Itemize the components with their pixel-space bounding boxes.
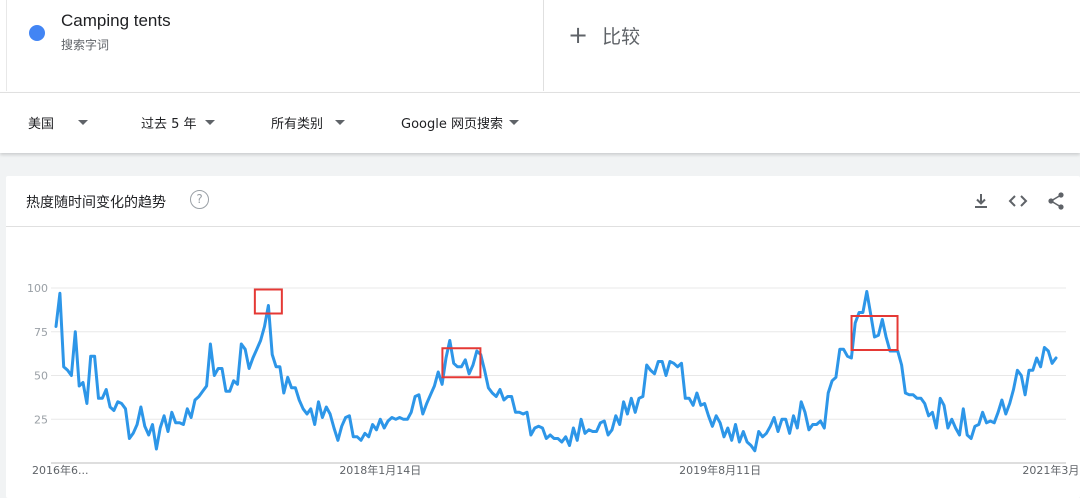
time-range-label: 过去 5 年	[141, 117, 197, 132]
trend-series-line	[54, 290, 1058, 453]
region-label: 美国	[28, 117, 55, 132]
compare-button[interactable]: + 比较	[568, 20, 640, 50]
interest-over-time-card: 热度随时间变化的趋势 ? 25 50 75 100 2016年6... 2018年1月1…	[6, 176, 1080, 498]
x-tick-label: 2018年1月14日	[339, 463, 421, 477]
search-term-type: 搜索字词	[61, 38, 110, 52]
search-terms-row: Camping tents 搜索字词 + 比较	[0, 0, 1080, 92]
y-tick-label: 25	[34, 413, 48, 426]
search-type-label: Google 网页搜索	[401, 117, 503, 132]
y-tick-label: 50	[34, 370, 48, 383]
compare-label: 比较	[602, 25, 641, 48]
chevron-down-icon	[335, 120, 346, 125]
plus-icon: +	[568, 21, 589, 49]
search-term-card[interactable]: Camping tents 搜索字词	[6, 0, 544, 91]
chevron-down-icon	[78, 120, 89, 125]
series-color-dot	[29, 25, 45, 41]
category-label: 所有类别	[271, 117, 324, 132]
y-tick-label: 100	[27, 282, 48, 295]
time-range-dropdown[interactable]: 过去 5 年	[141, 113, 215, 132]
search-term-name[interactable]: Camping tents	[61, 11, 171, 31]
region-dropdown[interactable]: 美国	[28, 113, 89, 132]
filter-bar: 美国 过去 5 年 所有类别 Google 网页搜索	[0, 92, 1080, 153]
x-tick-label: 2021年3月7日	[1022, 463, 1080, 477]
x-tick-label: 2019年8月11日	[679, 463, 761, 477]
y-tick-label: 75	[34, 326, 48, 339]
x-tick-label: 2016年6...	[32, 463, 88, 477]
trend-line-chart: 25 50 75 100 2016年6... 2018年1月14日 2019年8月11日 2…	[27, 282, 1080, 477]
category-dropdown[interactable]: 所有类别	[271, 113, 346, 132]
search-type-dropdown[interactable]: Google 网页搜索	[401, 113, 519, 132]
chevron-down-icon	[508, 120, 519, 125]
chevron-down-icon	[204, 120, 215, 125]
